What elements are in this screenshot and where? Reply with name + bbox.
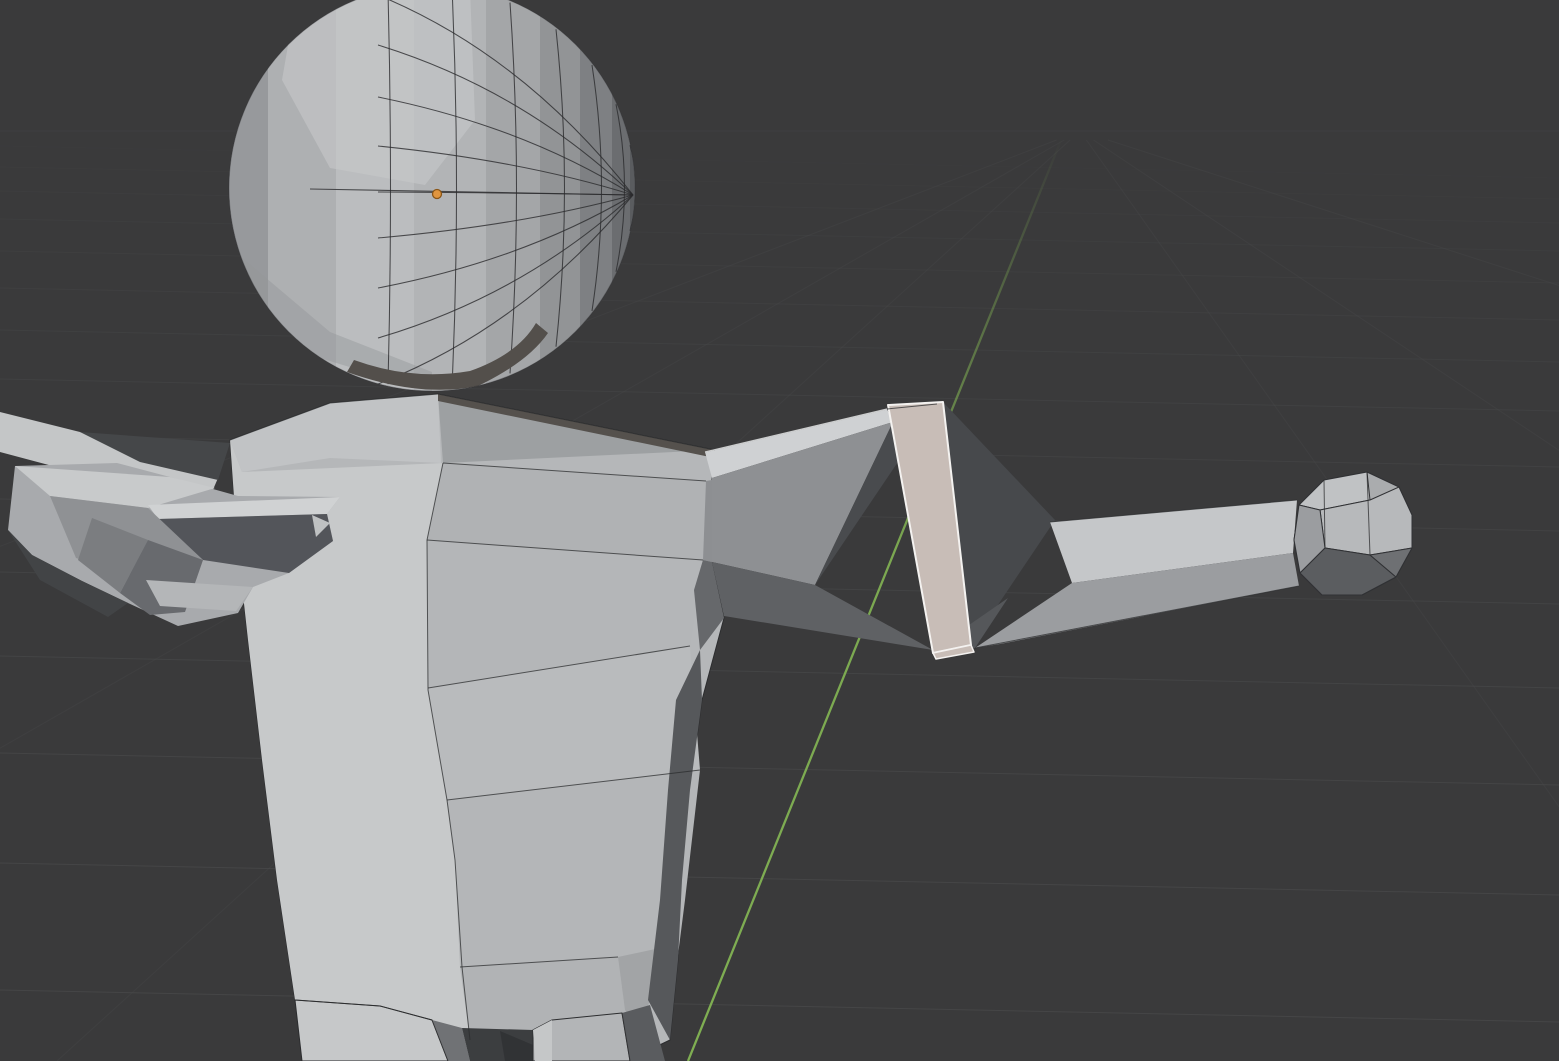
scene-canvas[interactable] [0,0,1559,1061]
viewport-3d[interactable] [0,0,1559,1061]
object-origin-dot[interactable] [433,190,442,199]
